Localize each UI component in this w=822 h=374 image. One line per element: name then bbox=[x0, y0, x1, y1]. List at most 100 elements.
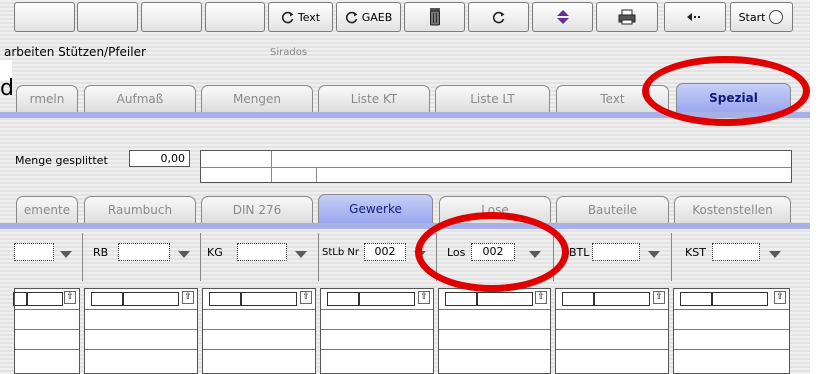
rb-field[interactable] bbox=[118, 243, 170, 261]
menge-field[interactable]: 0,00 bbox=[129, 150, 190, 167]
list-row-line bbox=[556, 349, 668, 350]
list-row-line bbox=[439, 329, 550, 330]
list-panel[interactable]: ⇧ bbox=[13, 288, 80, 374]
kg-field[interactable] bbox=[237, 243, 287, 261]
kst-label: KST bbox=[685, 246, 706, 259]
list-row-line bbox=[203, 349, 315, 350]
list-panel[interactable]: ⇧ bbox=[673, 288, 790, 374]
refresh-icon bbox=[492, 10, 506, 24]
list-row-line bbox=[203, 309, 315, 310]
chevron-down-icon[interactable] bbox=[647, 247, 661, 261]
rb-label: RB bbox=[93, 246, 109, 259]
tab-liste-lt[interactable]: Liste LT bbox=[435, 85, 550, 112]
list-panel[interactable]: ⇧ bbox=[555, 288, 669, 374]
list-row-line bbox=[15, 309, 79, 310]
list-cell bbox=[209, 292, 241, 306]
menge-grid bbox=[200, 150, 792, 183]
scroll-up-icon[interactable]: ⇧ bbox=[300, 291, 312, 304]
print-button[interactable] bbox=[596, 2, 658, 32]
list-cell bbox=[477, 292, 533, 306]
btl-field[interactable] bbox=[592, 243, 640, 261]
stlb-nr-field[interactable]: 002 bbox=[364, 243, 406, 261]
list-row-line bbox=[321, 349, 433, 350]
list-row-line bbox=[15, 329, 79, 330]
list-panel[interactable]: ⇧ bbox=[320, 288, 434, 374]
list-row-line bbox=[321, 329, 433, 330]
chevron-down-icon[interactable] bbox=[768, 247, 782, 261]
list-cell bbox=[13, 292, 27, 306]
tab-mengen[interactable]: Mengen bbox=[201, 85, 313, 112]
tab-formeln[interactable]: rmeln bbox=[16, 85, 78, 112]
list-cell bbox=[241, 292, 297, 306]
list-cell bbox=[327, 292, 359, 306]
tab-aufmass[interactable]: Aufmaß bbox=[84, 85, 196, 112]
list-cell bbox=[123, 292, 179, 306]
scroll-up-icon[interactable]: ⇧ bbox=[182, 291, 194, 304]
start-button-label: Start bbox=[738, 10, 766, 24]
refresh-icon bbox=[345, 10, 359, 24]
toolbar-empty-button-2[interactable] bbox=[77, 2, 138, 32]
list-row-line bbox=[674, 309, 789, 310]
list-panel[interactable]: ⇧ bbox=[84, 288, 198, 374]
toolbar-empty-button-4[interactable] bbox=[205, 2, 265, 32]
list-row-line bbox=[556, 309, 668, 310]
list-row-line bbox=[203, 329, 315, 330]
btl-label: BTL bbox=[569, 246, 590, 259]
chevron-down-icon[interactable] bbox=[59, 247, 73, 261]
highlight-ellipse-los bbox=[415, 212, 569, 292]
text-button-label: Text bbox=[297, 10, 321, 24]
back-button[interactable] bbox=[664, 2, 726, 32]
trash-icon bbox=[428, 7, 442, 27]
scroll-up-icon[interactable]: ⇧ bbox=[653, 291, 665, 304]
toolbar-empty-button-1[interactable] bbox=[14, 2, 75, 32]
list-cell bbox=[680, 292, 712, 306]
refresh-button[interactable] bbox=[468, 2, 529, 32]
list-row-line bbox=[15, 349, 79, 350]
menge-label: Menge gesplittet bbox=[15, 154, 108, 167]
list-row-line bbox=[439, 309, 550, 310]
grid-line bbox=[316, 167, 317, 182]
scroll-up-icon[interactable]: ⇧ bbox=[64, 291, 76, 304]
sort-icon bbox=[556, 9, 570, 25]
tab-gewerke[interactable]: Gewerke bbox=[318, 194, 433, 223]
stlb-nr-label: StLb Nr bbox=[322, 247, 359, 258]
list-cell bbox=[594, 292, 650, 306]
start-button[interactable]: Start bbox=[730, 2, 793, 32]
tab-bauteile[interactable]: Bauteile bbox=[556, 196, 669, 223]
tab-elemente[interactable]: emente bbox=[16, 196, 78, 223]
kst-field[interactable] bbox=[712, 243, 760, 261]
text-button[interactable]: Text bbox=[268, 2, 333, 32]
column-divider bbox=[671, 233, 672, 281]
delete-button[interactable] bbox=[404, 2, 465, 32]
tab-liste-kt[interactable]: Liste KT bbox=[318, 85, 430, 112]
chevron-down-icon[interactable] bbox=[294, 247, 308, 261]
scroll-up-icon[interactable]: ⇧ bbox=[535, 291, 547, 304]
screenshot-stage: Text GAEB Start arbeiten Stützen/Pfeiler… bbox=[0, 0, 822, 374]
gaeb-button[interactable]: GAEB bbox=[336, 2, 401, 32]
list-row-line bbox=[85, 309, 197, 310]
tab-din-276[interactable]: DIN 276 bbox=[201, 196, 313, 223]
list-cell bbox=[27, 292, 63, 306]
list-panel[interactable]: ⇧ bbox=[438, 288, 551, 374]
tab-raumbuch[interactable]: Raumbuch bbox=[84, 196, 196, 223]
list-panel[interactable]: ⇧ bbox=[202, 288, 316, 374]
column-divider bbox=[200, 233, 201, 281]
scroll-up-icon[interactable]: ⇧ bbox=[418, 291, 430, 304]
list-row-line bbox=[85, 349, 197, 350]
tab-kostenstellen[interactable]: Kostenstellen bbox=[674, 196, 791, 223]
window-title: arbeiten Stützen/Pfeiler bbox=[4, 45, 146, 59]
sort-button[interactable] bbox=[532, 2, 593, 32]
app-name: Sirados bbox=[270, 47, 308, 58]
list-row-line bbox=[556, 329, 668, 330]
printer-icon bbox=[618, 9, 636, 25]
list-cell bbox=[445, 292, 477, 306]
tab-band bbox=[0, 223, 810, 229]
list-row-line bbox=[321, 309, 433, 310]
chevron-down-icon[interactable] bbox=[177, 247, 191, 261]
refresh-icon bbox=[281, 10, 295, 24]
toolbar-empty-button-3[interactable] bbox=[141, 2, 202, 32]
filter-field-0[interactable] bbox=[14, 243, 54, 261]
highlight-ellipse-spezial bbox=[642, 56, 810, 126]
scroll-up-icon[interactable]: ⇧ bbox=[774, 291, 786, 304]
list-cell bbox=[562, 292, 594, 306]
